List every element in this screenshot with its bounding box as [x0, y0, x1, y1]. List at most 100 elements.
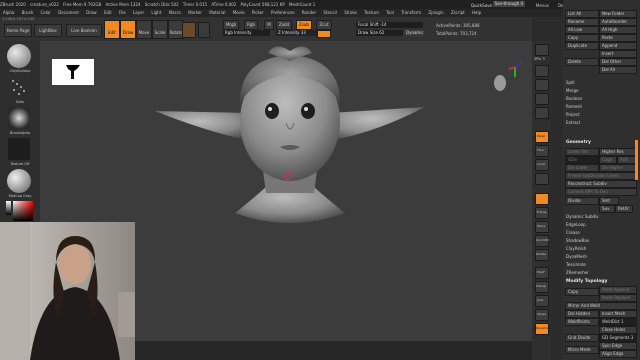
draw-button[interactable]: Draw	[120, 20, 136, 39]
dynamic-view-button[interactable]: Dynamic	[535, 323, 549, 335]
menu-zscript[interactable]: Zscript	[451, 10, 465, 15]
copy-button[interactable]: Copy	[565, 34, 599, 42]
menu-render[interactable]: Render	[302, 10, 316, 15]
project-item[interactable]: Project	[566, 112, 580, 118]
reconstruct-subdiv-button[interactable]: Reconstruct Subdiv	[565, 180, 637, 188]
edit-button[interactable]: Edit	[104, 20, 120, 39]
all-high-button[interactable]: All High	[599, 26, 637, 34]
higher-res-button[interactable]: Higher Res	[599, 148, 637, 156]
remesh-item[interactable]: Remesh	[566, 104, 582, 110]
rgb-button[interactable]: Rgb	[244, 20, 258, 30]
xpose-button[interactable]: Xpose	[535, 309, 549, 321]
zadd-button[interactable]: Zadd	[276, 20, 292, 30]
spix-control[interactable]: SPix 3	[534, 57, 545, 61]
duplicate-button[interactable]: Duplicate	[565, 42, 599, 50]
micro-mesh-button[interactable]: Micro Mesh	[565, 346, 599, 354]
del-other-button[interactable]: Del Other	[599, 58, 637, 66]
boolean-item[interactable]: Boolean	[566, 96, 582, 102]
menu-marker[interactable]: Marker	[188, 10, 202, 15]
gd-segments-slider[interactable]: GD Segments 3	[599, 334, 637, 342]
paste-replace-button[interactable]: Paste Replace	[599, 294, 637, 302]
brush-preview[interactable]	[7, 44, 31, 68]
weldpoints-button[interactable]: WeldPoints	[565, 318, 599, 326]
quicksave-button[interactable]: QuickSave	[471, 1, 492, 9]
menu-help[interactable]: Help	[472, 10, 481, 15]
rename-button[interactable]: Rename	[565, 18, 599, 26]
del-higher-button[interactable]: Del Higher	[599, 164, 637, 172]
welddist-slider[interactable]: WeldDist 1	[599, 318, 637, 326]
rgb-intensity-slider[interactable]: Rgb Intensity	[223, 30, 270, 36]
color-swatch[interactable]	[198, 22, 210, 38]
mrgb-button[interactable]: Mrgb	[223, 20, 239, 30]
move-button[interactable]: Move	[136, 20, 152, 39]
menu-draw[interactable]: Draw	[86, 10, 96, 15]
menu-tool[interactable]: Tool	[386, 10, 394, 15]
del-lower-button[interactable]: Del Lower	[565, 164, 599, 172]
topology-copy-button[interactable]: Copy	[565, 288, 599, 296]
rotate-view-button[interactable]: Rotate	[535, 249, 549, 261]
menu-picker[interactable]: Picker	[252, 10, 264, 15]
zremesher-item[interactable]: ZRemesher	[566, 270, 589, 276]
dynamic-subdiv-item[interactable]: Dynamic Subdiv	[566, 214, 599, 220]
list-all-button[interactable]: List All	[565, 10, 599, 18]
material-preview[interactable]	[7, 169, 31, 193]
frame-button[interactable]: Frame	[535, 207, 549, 219]
dynamic-button[interactable]: Dynamic	[404, 30, 424, 36]
modify-topology-section-title[interactable]: Modify Topology	[566, 279, 607, 284]
append-button[interactable]: Append	[599, 42, 637, 50]
draw-size-slider[interactable]: Draw Size 62	[356, 30, 403, 36]
menu-movie[interactable]: Movie	[233, 10, 245, 15]
menu-light[interactable]: Light	[151, 10, 161, 15]
scroll-button[interactable]	[535, 65, 549, 77]
move-view-button[interactable]: Move	[535, 221, 549, 233]
polyf-button[interactable]: PolyF	[535, 267, 549, 279]
floor-button[interactable]: Floor	[535, 145, 549, 157]
focal-shift-slider[interactable]: Focal Shift -14	[356, 22, 423, 28]
local-button[interactable]: Local	[535, 159, 549, 171]
geometry-section-title[interactable]: Geometry	[566, 140, 591, 145]
delete-button[interactable]: Delete	[565, 58, 599, 66]
merge-item[interactable]: Merge	[566, 88, 579, 94]
del-all-button[interactable]: Del All	[599, 66, 637, 74]
menu-alpha[interactable]: Alpha	[3, 10, 14, 15]
new-folder-button[interactable]: New Folder	[599, 10, 637, 18]
stroke-dots-preview[interactable]	[8, 77, 30, 99]
zoom3d-button[interactable]: Zoom3D	[535, 235, 549, 247]
texture-preview[interactable]	[8, 138, 30, 160]
all-low-button[interactable]: All Low	[565, 26, 599, 34]
suv-toggle[interactable]: Suv	[599, 205, 615, 213]
home-page-button[interactable]: Home Page	[4, 24, 32, 37]
align-edge-button[interactable]: Align Edge	[599, 350, 637, 358]
menu-layer[interactable]: Layer	[133, 10, 144, 15]
menu-color[interactable]: Color	[40, 10, 50, 15]
menu-zplugin[interactable]: Zplugin	[428, 10, 443, 15]
transp-button[interactable]: Transp	[535, 281, 549, 293]
paste-button[interactable]: Paste	[599, 34, 637, 42]
lightbox-button[interactable]: LightBox	[34, 24, 62, 37]
aahalf-button[interactable]	[535, 107, 549, 119]
insert-button[interactable]: Insert	[599, 50, 637, 58]
zsub-button[interactable]: Zsub	[296, 20, 312, 30]
rstr-button[interactable]: Rstr	[617, 156, 637, 164]
convert-bpr-button[interactable]: Convert BPR To Geo	[565, 188, 637, 196]
tessimate-item[interactable]: Tessimate	[566, 262, 586, 268]
smt-toggle[interactable]: Smt	[599, 197, 619, 205]
menu-macro[interactable]: Macro	[169, 10, 181, 15]
reuv-toggle[interactable]: ReUV	[615, 205, 633, 213]
shadowbox-item[interactable]: ShadowBox	[566, 238, 589, 244]
del-hidden-button[interactable]: Del Hidden	[565, 310, 599, 318]
mirror-and-weld-button[interactable]: Mirror And Weld	[565, 302, 637, 310]
m-button[interactable]: M	[264, 20, 274, 30]
edgeloop-item[interactable]: EdgeLoop	[566, 222, 586, 228]
menu-brush[interactable]: Brush	[22, 10, 34, 15]
orientation-gizmo[interactable]	[485, 61, 525, 97]
menu-material[interactable]: Material	[209, 10, 225, 15]
insert-mesh-button[interactable]: Insert Mesh	[599, 310, 637, 318]
material-swatch[interactable]	[182, 22, 196, 38]
menu-stencil[interactable]: Stencil	[323, 10, 337, 15]
menu-transform[interactable]: Transform	[401, 10, 421, 15]
sdiv-slider[interactable]: SDiv	[565, 156, 599, 164]
scale-button[interactable]: Scale	[152, 20, 168, 39]
divide-button[interactable]: Divide	[565, 197, 599, 205]
grid-divide-button[interactable]: Grid Divide	[565, 334, 599, 342]
